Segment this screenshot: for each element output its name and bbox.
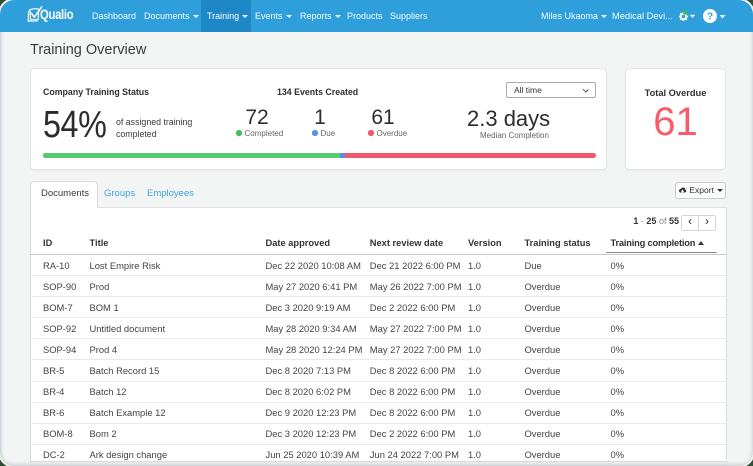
svg-text:?: ? [707, 12, 713, 23]
